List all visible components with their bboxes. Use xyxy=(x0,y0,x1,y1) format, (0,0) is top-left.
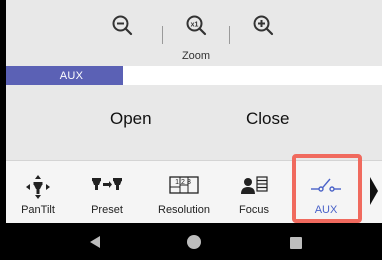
recents-icon[interactable] xyxy=(290,237,302,249)
home-icon[interactable] xyxy=(186,234,202,250)
resolution-glyph: 123 xyxy=(175,179,193,186)
resolution-icon: 123 xyxy=(169,176,199,194)
pan-tilt-icon xyxy=(26,175,50,199)
magnifier-minus-icon xyxy=(112,15,133,36)
tab-preset-label: Preset xyxy=(91,204,123,216)
zoom-out-button[interactable] xyxy=(104,14,140,54)
zoom-label: Zoom xyxy=(181,50,211,62)
tab-focus-label: Focus xyxy=(239,204,269,216)
tab-resolution-label: Resolution xyxy=(158,204,210,216)
zoom-reset-glyph: x1 xyxy=(191,21,199,28)
tab-pantilt-label: PanTilt xyxy=(21,204,55,216)
open-button[interactable]: Open xyxy=(102,105,160,133)
magnifier-x1-icon: x1 xyxy=(186,15,207,36)
tab-preset[interactable]: Preset xyxy=(84,161,130,224)
chevron-right-icon[interactable] xyxy=(368,175,380,207)
aux-status-bar: AUX xyxy=(6,66,382,85)
system-nav-bar xyxy=(0,223,382,260)
zoom-reset-button[interactable]: x1 xyxy=(178,14,214,54)
tab-pantilt[interactable]: PanTilt xyxy=(18,161,58,224)
app-screen: x1 Zoom AUX Open Close PanTilt Preset 12… xyxy=(0,0,382,260)
magnifier-plus-icon xyxy=(253,15,274,36)
back-icon[interactable] xyxy=(88,235,102,249)
separator xyxy=(229,26,230,44)
aux-status-label: AUX xyxy=(6,66,123,85)
preset-icon xyxy=(92,178,122,190)
zoom-in-button[interactable] xyxy=(245,14,281,54)
tab-resolution[interactable]: 123 Resolution xyxy=(152,161,216,224)
focus-icon xyxy=(241,176,268,194)
aux-control-panel: Open Close xyxy=(6,85,382,160)
separator xyxy=(162,26,163,44)
tab-focus[interactable]: Focus xyxy=(232,161,276,224)
selected-tab-highlight xyxy=(292,154,362,223)
close-button[interactable]: Close xyxy=(238,105,297,133)
